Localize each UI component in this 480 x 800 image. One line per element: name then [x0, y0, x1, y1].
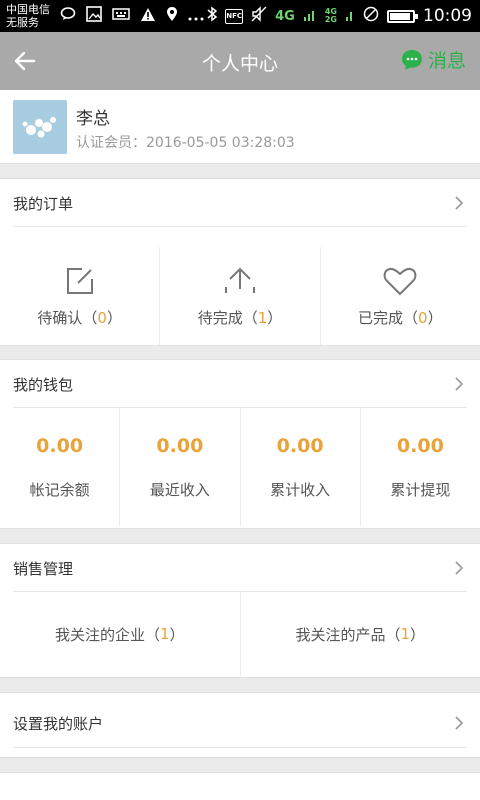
- wallet-amount: 0.00: [156, 434, 204, 457]
- network-2g-small-label: 2G: [324, 15, 337, 24]
- order-label: 待确认（0）: [37, 307, 122, 328]
- title-bar: 个人中心 消息: [0, 32, 480, 90]
- divider: [13, 747, 467, 748]
- battery-icon: [387, 9, 418, 23]
- wallet-label: 累计收入: [270, 480, 331, 499]
- divider: [13, 407, 467, 408]
- status-time: 10:09: [423, 6, 472, 26]
- chevron-right-icon: [455, 716, 464, 730]
- more-dots-icon: [188, 7, 204, 25]
- nfc-label: NFC: [226, 12, 243, 20]
- carrier-status: 无服务: [6, 16, 39, 29]
- order-count: 1: [257, 308, 268, 327]
- messages-button[interactable]: 消息: [400, 46, 466, 73]
- followed-count: 1: [400, 625, 411, 643]
- no-sim-icon: [363, 6, 379, 26]
- order-label: 已完成（0）: [358, 307, 443, 328]
- order-count: 0: [97, 308, 107, 327]
- user-name: 李总: [76, 109, 110, 129]
- heart-icon: [383, 267, 417, 295]
- wallet-label: 帐记余额: [29, 480, 90, 499]
- sales-header[interactable]: 销售管理: [0, 544, 480, 592]
- signal-icon: [303, 6, 317, 26]
- next-card-partial: [0, 772, 480, 800]
- bluetooth-icon: [207, 6, 218, 26]
- order-label-suffix: ）: [267, 308, 283, 327]
- order-pending-confirm[interactable]: 待确认（0）: [0, 247, 161, 345]
- order-label-suffix: ）: [106, 308, 122, 327]
- edit-icon: [66, 267, 93, 294]
- image-icon: [86, 6, 102, 26]
- account-settings-row[interactable]: 设置我的账户: [0, 693, 480, 753]
- orders-title: 我的订单: [13, 194, 74, 213]
- followed-products[interactable]: 我关注的产品（ 1）: [241, 592, 480, 676]
- wallet-title: 我的钱包: [13, 375, 74, 394]
- wallet-card: 我的钱包 0.00 帐记余额 0.00 最近收入 0.00 累计收入 0.00 …: [0, 359, 480, 529]
- location-pin-icon: [166, 6, 178, 26]
- followed-companies[interactable]: 我关注的企业（ 1）: [0, 592, 241, 676]
- chat-bubble-icon: [60, 7, 76, 25]
- network-4g-label: 4G: [275, 8, 295, 24]
- upload-icon: [224, 267, 255, 293]
- wallet-recent-income[interactable]: 0.00 最近收入: [120, 408, 241, 526]
- wallet-total-income[interactable]: 0.00 累计收入: [241, 408, 361, 526]
- warning-icon: [140, 7, 156, 26]
- avatar-image: [13, 100, 67, 154]
- order-label-text: 已完成（: [358, 308, 419, 327]
- carrier-name: 中国电信: [6, 3, 50, 16]
- order-count: 0: [418, 308, 428, 327]
- followed-suffix: ）: [410, 625, 426, 644]
- avatar[interactable]: [13, 100, 67, 154]
- order-label-suffix: ）: [427, 308, 443, 327]
- order-label: 待完成（1）: [198, 307, 283, 328]
- wallet-header[interactable]: 我的钱包: [0, 360, 480, 408]
- order-completed[interactable]: 已完成（0）: [321, 247, 480, 345]
- status-bar: 中国电信 无服务 NFC 4G 4G 2G 10:09: [0, 0, 480, 32]
- order-label-text: 待确认（: [37, 308, 98, 327]
- member-since: 2016-05-05 03:28:03: [146, 135, 295, 151]
- nfc-icon: NFC: [225, 8, 244, 24]
- keyboard-icon: [112, 7, 130, 25]
- followed-count: 1: [159, 625, 170, 643]
- divider: [13, 226, 467, 227]
- orders-header[interactable]: 我的订单: [0, 179, 480, 227]
- order-label-text: 待完成（: [197, 308, 258, 327]
- chevron-right-icon: [455, 377, 464, 391]
- followed-label: 我关注的企业（: [54, 625, 160, 644]
- wallet-balance[interactable]: 0.00 帐记余额: [0, 408, 121, 526]
- followed-suffix: ）: [169, 625, 185, 644]
- messages-label: 消息: [427, 50, 466, 72]
- wallet-total-withdraw[interactable]: 0.00 累计提现: [361, 408, 480, 526]
- wallet-label: 最近收入: [149, 480, 210, 499]
- wallet-amount: 0.00: [36, 434, 84, 457]
- order-pending-complete[interactable]: 待完成（1）: [160, 247, 321, 345]
- member-label: 认证会员：: [76, 135, 146, 151]
- message-bubble-icon: [401, 49, 422, 70]
- divider: [13, 591, 467, 592]
- orders-card: 我的订单 待确认（0） 待完成（1） 已完成（0）: [0, 178, 480, 346]
- wallet-amount: 0.00: [396, 434, 444, 457]
- signal-secondary-icon: [345, 6, 355, 26]
- followed-label: 我关注的产品（: [295, 625, 401, 644]
- mute-icon: [251, 6, 267, 26]
- profile-section[interactable]: 李总 认证会员：2016-05-05 03:28:03: [0, 90, 480, 164]
- account-settings-card: 设置我的账户: [0, 692, 480, 758]
- member-info: 认证会员：2016-05-05 03:28:03: [76, 132, 295, 152]
- account-settings-title: 设置我的账户: [13, 714, 104, 733]
- chevron-right-icon: [455, 196, 464, 210]
- sales-card: 销售管理 我关注的企业（ 1） 我关注的产品（ 1）: [0, 543, 480, 678]
- wallet-amount: 0.00: [276, 434, 324, 457]
- carrier-info: 中国电信 无服务: [0, 3, 56, 29]
- sales-title: 销售管理: [13, 559, 74, 578]
- wallet-label: 累计提现: [390, 480, 451, 499]
- chevron-right-icon: [455, 561, 464, 575]
